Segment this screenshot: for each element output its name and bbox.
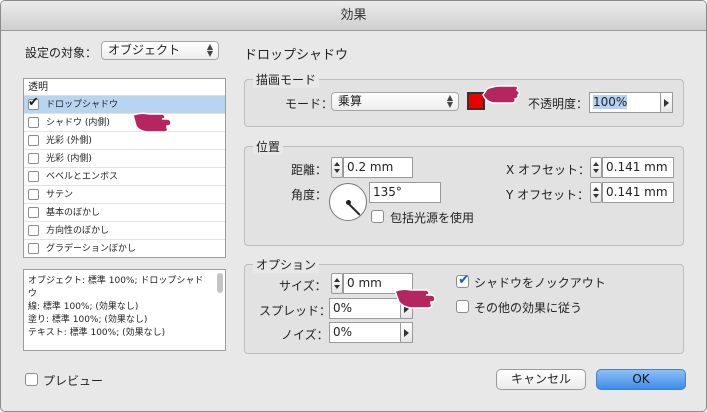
x-offset-label: X オフセット：	[506, 163, 591, 177]
distance-field[interactable]: 0.2 mm	[343, 157, 413, 178]
popup-arrows-icon: ▲ ▼	[446, 93, 453, 109]
step-up-icon[interactable]	[334, 278, 340, 282]
blend-mode-value: 乗算	[338, 94, 363, 108]
opacity-field[interactable]: 100%	[589, 92, 661, 113]
options-group-title: オプション	[253, 256, 320, 273]
step-down-icon[interactable]	[593, 194, 599, 198]
summary-line: 線: 標準 100%; (効果なし)	[28, 302, 139, 312]
size-label: サイズ：	[279, 279, 327, 293]
gradient-feather-checkbox[interactable]	[28, 243, 39, 254]
effects-dialog: 効果 設定の対象： オブジェクト ▲ ▼ 透明 ✔ ドロップシャドウ シャドウ (…	[0, 0, 707, 412]
list-item-bevel-emboss[interactable]: ベベルとエンボス	[24, 168, 225, 186]
list-item-directional-feather[interactable]: 方向性のぼかし	[24, 222, 225, 240]
x-offset-field[interactable]: 0.141 mm	[602, 157, 674, 178]
list-item-label: サテン	[46, 190, 74, 200]
use-global-light-checkbox[interactable]	[371, 210, 384, 223]
summary-line: テキスト: 標準 100%; (効果なし)	[28, 328, 166, 338]
pointing-hand-icon	[394, 288, 436, 309]
spread-label: スプレッド：	[259, 304, 332, 318]
use-global-light-label: 包括光源を使用	[390, 211, 475, 225]
angle-label: 角度：	[291, 188, 328, 202]
pointing-hand-icon	[132, 112, 172, 133]
opacity-label: 不透明度：	[528, 97, 589, 111]
angle-dial[interactable]	[329, 183, 367, 221]
ok-button[interactable]: OK	[596, 369, 686, 390]
knockout-shadow-checkbox[interactable]: ✔	[456, 272, 470, 288]
honor-other-effects-checkbox[interactable]	[456, 300, 469, 313]
list-item-label: 光彩 (内側)	[46, 154, 92, 164]
mode-label: モード：	[285, 97, 334, 111]
effects-summary: オブジェクト: 標準 100%; ドロップシャドウ 線: 標準 100%; (効…	[23, 269, 226, 351]
list-item-label: シャドウ (内側)	[46, 118, 110, 128]
window-title: 効果	[1, 1, 706, 31]
noise-popup-button[interactable]	[401, 322, 413, 343]
step-down-icon[interactable]	[593, 169, 599, 173]
list-item-inner-shadow[interactable]: シャドウ (内側)	[24, 114, 225, 132]
list-item-outer-glow[interactable]: 光彩 (外側)	[24, 132, 225, 150]
spread-field[interactable]: 0%	[329, 298, 401, 319]
list-item-basic-feather[interactable]: 基本のぼかし	[24, 204, 225, 222]
list-header-transparency[interactable]: 透明	[24, 79, 225, 96]
summary-scrollbar[interactable]	[217, 273, 223, 293]
bevel-emboss-checkbox[interactable]	[28, 171, 39, 182]
directional-feather-checkbox[interactable]	[28, 225, 39, 236]
step-up-icon[interactable]	[593, 187, 599, 191]
effects-list: 透明 ✔ ドロップシャドウ シャドウ (内側) 光彩 (外側) 光彩 (内側) …	[23, 78, 226, 258]
inner-glow-checkbox[interactable]	[28, 153, 39, 164]
opacity-popup-button[interactable]	[661, 92, 673, 113]
preview-checkbox[interactable]	[25, 373, 38, 386]
list-item-label: 光彩 (外側)	[46, 136, 92, 146]
list-item-label: ベベルとエンボス	[46, 172, 119, 182]
list-item-gradient-feather[interactable]: グラデーションぼかし	[24, 240, 225, 257]
position-group-title: 位置	[253, 138, 284, 155]
angle-center-dot	[346, 200, 351, 205]
target-popup[interactable]: オブジェクト ▲ ▼	[101, 41, 219, 60]
distance-stepper[interactable]	[331, 157, 343, 178]
distance-label: 距離：	[291, 163, 328, 177]
noise-label: ノイズ：	[281, 328, 329, 342]
summary-line: 塗り: 標準 100%; (効果なし)	[28, 315, 148, 325]
triangle-right-icon	[664, 99, 669, 107]
list-item-label: グラデーションぼかし	[46, 244, 136, 254]
blend-mode-popup[interactable]: 乗算 ▲ ▼	[331, 92, 459, 111]
step-down-icon[interactable]	[334, 285, 340, 289]
basic-feather-checkbox[interactable]	[28, 207, 39, 218]
preview-label: プレビュー	[43, 374, 104, 388]
summary-line: オブジェクト: 標準 100%; ドロップシャドウ	[28, 276, 204, 299]
cancel-button[interactable]: キャンセル	[496, 369, 586, 390]
list-item-label: ドロップシャドウ	[46, 100, 119, 110]
target-popup-value: オブジェクト	[108, 43, 181, 57]
checkmark-icon: ✔	[28, 95, 39, 110]
angle-field[interactable]: 135°	[369, 182, 441, 203]
list-item-drop-shadow[interactable]: ✔ ドロップシャドウ	[24, 95, 225, 114]
size-stepper[interactable]	[331, 273, 343, 294]
panel-title: ドロップシャドウ	[244, 48, 349, 63]
satin-checkbox[interactable]	[28, 189, 39, 200]
honor-other-effects-label: その他の効果に従う	[474, 301, 583, 315]
noise-field[interactable]: 0%	[329, 322, 401, 343]
knockout-shadow-label: シャドウをノックアウト	[474, 276, 606, 290]
x-offset-stepper[interactable]	[590, 157, 602, 178]
y-offset-field[interactable]: 0.141 mm	[602, 182, 674, 203]
opacity-value: 100%	[593, 95, 628, 109]
outer-glow-checkbox[interactable]	[28, 135, 39, 146]
triangle-right-icon	[404, 329, 409, 337]
step-up-icon[interactable]	[334, 162, 340, 166]
list-item-inner-glow[interactable]: 光彩 (内側)	[24, 150, 225, 168]
inner-shadow-checkbox[interactable]	[28, 117, 39, 128]
y-offset-label: Y オフセット：	[506, 188, 590, 202]
list-item-label: 方向性のぼかし	[46, 226, 110, 236]
pointing-hand-icon	[482, 85, 521, 104]
list-item-label: 基本のぼかし	[46, 208, 101, 218]
popup-arrows-icon: ▲ ▼	[206, 42, 213, 58]
step-down-icon[interactable]	[334, 169, 340, 173]
y-offset-stepper[interactable]	[590, 182, 602, 203]
blending-group-title: 描画モード	[253, 71, 320, 88]
checkmark-icon: ✔	[458, 272, 470, 288]
step-up-icon[interactable]	[593, 162, 599, 166]
target-label: 設定の対象：	[25, 46, 98, 60]
list-item-satin[interactable]: サテン	[24, 186, 225, 204]
